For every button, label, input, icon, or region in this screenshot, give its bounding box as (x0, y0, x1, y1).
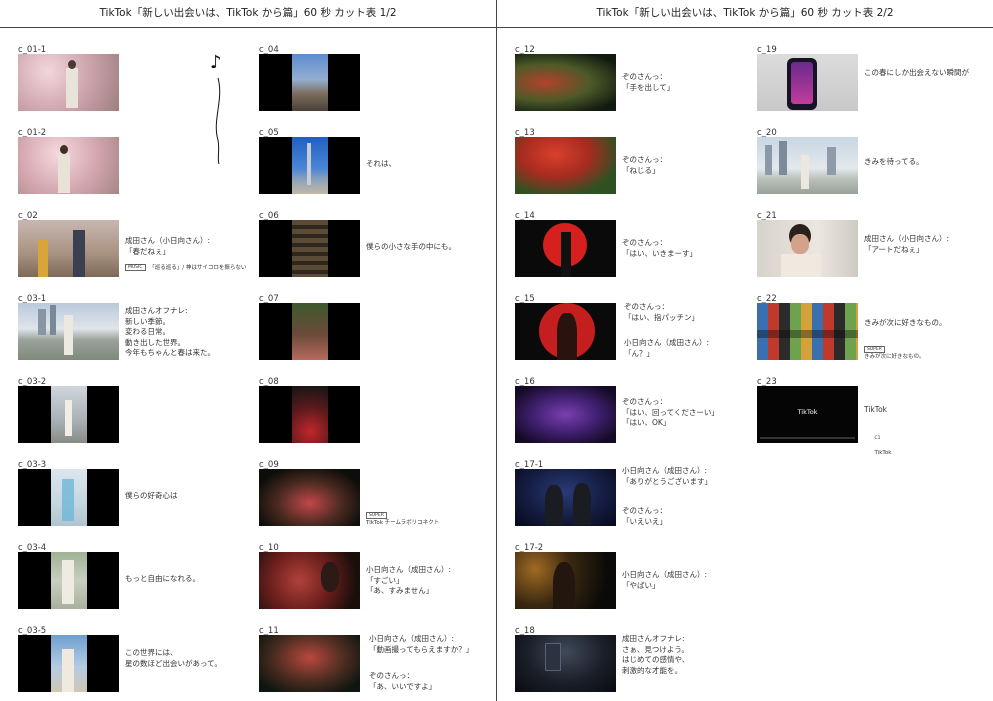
music-badge: MUSIC (125, 264, 146, 271)
cut-thumbnail (515, 552, 616, 609)
cut-thumbnail (18, 635, 119, 692)
cut-thumbnail (515, 469, 616, 526)
cut-thumbnail (259, 137, 360, 194)
end-card-footer (760, 437, 855, 439)
cut-thumbnail (515, 386, 616, 443)
cut-dialogue: 僕らの好奇心は (125, 491, 178, 500)
cut-thumbnail (18, 552, 119, 609)
cut-dialogue: 僕らの小さな手の中にも。 (366, 242, 456, 251)
super-badge: SUPER (366, 512, 387, 519)
cut-thumbnail (259, 469, 360, 526)
cut-thumbnail (18, 303, 119, 360)
cut-dialogue: 成田さんオフナレ: さぁ、見つけよう。 はじめての感情や、 刺激的な才能を。 (622, 634, 690, 675)
cut-thumbnail (18, 54, 119, 111)
cut-dialogue: ぞのさんっ： 「はい、指パッチン」 (624, 302, 699, 322)
cut-dialogue: ぞのさんっ： 「はい、回ってくださーい」 「はい、OK」 (622, 397, 719, 427)
cut-thumbnail (515, 54, 616, 111)
cut-dialogue: きみを待ってる。 (864, 157, 924, 166)
cut-dialogue: それは、 (366, 159, 396, 168)
cut-thumbnail (18, 386, 119, 443)
cut-dialogue: 小日向さん（成田さん）: 「動画撮ってもらえますか？」 (369, 634, 474, 654)
cut-thumbnail (18, 220, 119, 277)
cut-dialogue: ぞのさんっ： 「ねじる」 (622, 155, 667, 175)
cut-thumbnail (515, 137, 616, 194)
cut-dialogue: 成田さん（小日向さん）: 「アートだねぇ」 (864, 234, 950, 254)
cut-thumbnail (259, 552, 360, 609)
cut-dialogue-2: ぞのさんっ： 「いえいえ」 (622, 506, 667, 526)
music-credit: MUSIC 「巡る巡る」/ 神はサイコロを振らない (125, 264, 246, 272)
cut-dialogue: 小日向さん（成田さん）: 「ありがとうございます」 (622, 466, 712, 486)
cut-dialogue: この春にしか出会えない瞬間が (864, 68, 969, 77)
cut-thumbnail: TikTok (757, 386, 858, 443)
cut-thumbnail (515, 220, 616, 277)
cut-thumbnail (515, 303, 616, 360)
super-badge: SUPER (864, 346, 885, 353)
cut-sheet-page-1: TikTok「新しい出会いは、TikTok から篇」60 秒 カット表 1/2 … (0, 0, 497, 701)
music-note-icon: ♪ (210, 50, 226, 168)
cut-dialogue: TikTok (864, 405, 888, 414)
cut-thumbnail (18, 137, 119, 194)
page-title: TikTok「新しい出会いは、TikTok から篇」60 秒 カット表 2/2 (497, 0, 993, 28)
cut-thumbnail (757, 137, 858, 194)
cut-dialogue: 小日向さん（成田さん）: 「すごい」 「あ、すみません」 (366, 565, 452, 595)
cut-thumbnail (18, 469, 119, 526)
cut-dialogue: きみが次に好きなもの。 (864, 318, 947, 327)
cut-thumbnail (515, 635, 616, 692)
cut-thumbnail (757, 220, 858, 277)
svg-text:♪: ♪ (210, 52, 222, 73)
cut-sheet-page-2: TikTok「新しい出会いは、TikTok から篇」60 秒 カット表 2/2 … (497, 0, 993, 701)
cut-dialogue: ぞのさんっ： 「はい、いきまーす」 (622, 238, 697, 258)
page-title: TikTok「新しい出会いは、TikTok から篇」60 秒 カット表 1/2 (0, 0, 496, 28)
cut-dialogue: この世界には、 星の数ほど出会いがあって。 (125, 648, 222, 668)
cut-dialogue: ぞのさんっ： 「手を出して」 (622, 72, 675, 92)
cut-thumbnail (259, 303, 360, 360)
cut-dialogue: 成田さん（小日向さん）: 「春だねぇ」 (125, 236, 211, 256)
end-card-badge: C1 (874, 436, 881, 441)
cut-dialogue: 小日向さん（成田さん）: 「やばい」 (622, 570, 708, 590)
super-caption: SUPER TikTok チームラボリコネクト (366, 512, 440, 526)
cut-thumbnail (259, 220, 360, 277)
cut-dialogue: もっと自由になれる。 (125, 574, 200, 583)
cut-thumbnail (757, 303, 858, 360)
tiktok-logo: TikTok (797, 408, 818, 416)
cut-dialogue-2: ぞのさんっ： 「あ、いいですよ」 (369, 671, 437, 691)
cut-thumbnail (757, 54, 858, 111)
cut-dialogue: 成田さんオフナレ: 新しい季節。 変わる日常。 動き出した世界。 今年もちゃんと… (125, 306, 215, 357)
cut-thumbnail (259, 635, 360, 692)
cut-thumbnail (259, 386, 360, 443)
end-card-note: C1 TikTok (874, 436, 892, 456)
super-caption: SUPER きみが次に好きなもの。 (864, 346, 925, 360)
cut-thumbnail (259, 54, 360, 111)
cut-dialogue-2: 小日向さん（成田さん）: 「ん？」 (624, 338, 710, 358)
